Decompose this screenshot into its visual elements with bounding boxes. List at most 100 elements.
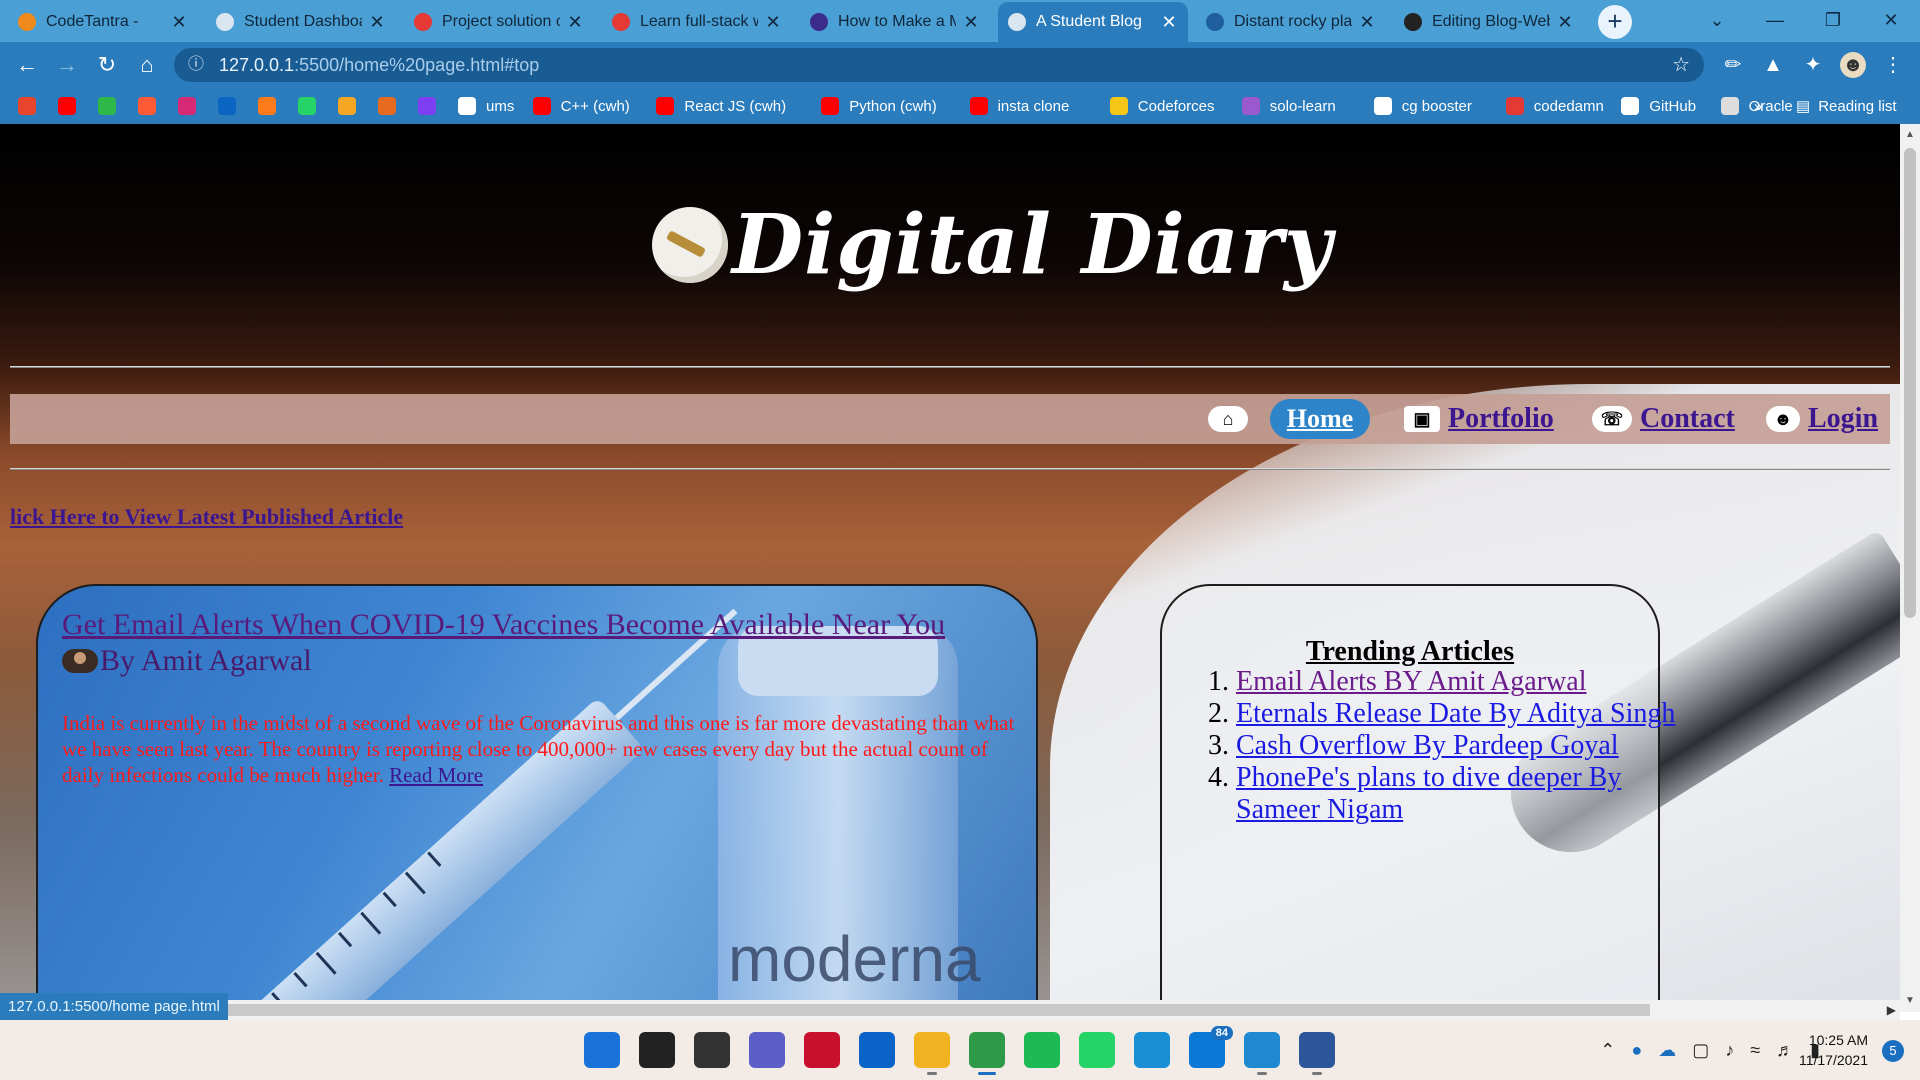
browser-tab[interactable]: Student Dashboar ✕ (206, 2, 396, 42)
extensions-puzzle-icon[interactable]: ✦ (1800, 52, 1826, 78)
bookmark-item[interactable] (98, 88, 116, 124)
clipboard-icon[interactable]: ▢ (1692, 1040, 1709, 1061)
read-more-link[interactable]: Read More (389, 763, 483, 787)
nav-login[interactable]: ☻ Login (1766, 394, 1878, 444)
browser-tab[interactable]: How to Make a M ✕ (800, 2, 990, 42)
browser-tab[interactable]: Editing Blog-Web ✕ (1394, 2, 1584, 42)
mail-icon[interactable] (859, 1032, 895, 1068)
word-icon[interactable] (1299, 1032, 1335, 1068)
notification-badge[interactable]: 5 (1882, 1040, 1904, 1062)
forward-icon[interactable]: → (52, 50, 82, 80)
reading-list-button[interactable]: ▤ Reading list (1796, 88, 1897, 124)
vertical-scrollbar[interactable]: ▲ ▼ (1900, 124, 1920, 1012)
new-tab-button[interactable]: + (1598, 5, 1632, 39)
mcafee-icon[interactable] (804, 1032, 840, 1068)
trending-article-link[interactable]: PhonePe's plans to dive deeper By Sameer… (1236, 762, 1621, 825)
browser-tab[interactable]: A Student Blog ✕ (998, 2, 1188, 42)
trending-article-link[interactable]: Email Alerts BY Amit Agarwal (1236, 666, 1586, 697)
nav-home-link[interactable]: Home (1270, 399, 1370, 439)
close-tab-icon[interactable]: ✕ (170, 12, 188, 33)
search-icon[interactable] (639, 1032, 675, 1068)
pen-extension-icon[interactable]: ✏ (1720, 52, 1746, 78)
chrome-icon[interactable] (969, 1032, 1005, 1068)
close-tab-icon[interactable]: ✕ (566, 12, 584, 33)
article-title-link[interactable]: Get Email Alerts When COVID-19 Vaccines … (62, 608, 945, 642)
wifi-icon[interactable]: ≈ (1750, 1040, 1760, 1061)
site-logo[interactable]: Digital Diary (652, 190, 1333, 300)
nav-login-link[interactable]: Login (1808, 403, 1878, 435)
microphone-icon[interactable]: ♪ (1725, 1040, 1734, 1061)
taskbar-clock[interactable]: 10:25 AM 11/17/2021 (1799, 1030, 1868, 1070)
bookmark-item[interactable] (418, 88, 436, 124)
whatsapp-icon[interactable] (1079, 1032, 1115, 1068)
close-window-button[interactable]: ✕ (1862, 0, 1920, 40)
scroll-up-icon[interactable]: ▲ (1900, 126, 1920, 144)
reload-icon[interactable]: ↻ (92, 50, 122, 80)
bookmark-item[interactable] (218, 88, 236, 124)
nav-portfolio[interactable]: ▣ Portfolio (1404, 394, 1554, 444)
bookmark-item[interactable] (298, 88, 316, 124)
browser-menu-icon[interactable]: ⋮ (1880, 52, 1906, 78)
restore-button[interactable]: ❐ (1804, 0, 1862, 40)
horizontal-scrollbar[interactable]: ▶ (0, 1000, 1900, 1020)
bookmark-item[interactable] (338, 88, 356, 124)
triangle-extension-icon[interactable]: ▲ (1760, 52, 1786, 78)
back-icon[interactable]: ← (12, 50, 42, 80)
close-tab-icon[interactable]: ✕ (368, 12, 386, 33)
bookmark-item[interactable]: insta clone (969, 88, 1069, 124)
close-tab-icon[interactable]: ✕ (1160, 12, 1178, 33)
nav-contact-link[interactable]: Contact (1640, 403, 1735, 435)
bookmark-item[interactable]: solo-learn (1241, 88, 1336, 124)
browser-tab[interactable]: CodeTantra - ✕ (8, 2, 198, 42)
bookmark-item[interactable]: GitHub (1621, 88, 1696, 124)
scroll-down-icon[interactable]: ▼ (1900, 992, 1920, 1010)
bookmark-item[interactable]: React JS (cwh) (656, 88, 786, 124)
task-view-icon[interactable] (694, 1032, 730, 1068)
bookmark-item[interactable]: Python (cwh) (821, 88, 937, 124)
browser-tab[interactable]: Learn full-stack w ✕ (602, 2, 792, 42)
address-bar[interactable]: ⓘ 127.0.0.1:5500/home%20page.html#top ☆ (174, 48, 1704, 82)
bookmark-item[interactable] (58, 88, 76, 124)
bookmark-item[interactable] (178, 88, 196, 124)
nav-contact[interactable]: ☏ Contact (1592, 394, 1735, 444)
microsoft-store-icon[interactable]: 84 (1189, 1026, 1233, 1068)
file-explorer-icon[interactable] (914, 1032, 950, 1068)
language-icon[interactable]: ● (1631, 1040, 1642, 1061)
horizontal-scroll-thumb[interactable] (220, 1004, 1650, 1016)
nav-portfolio-link[interactable]: Portfolio (1448, 403, 1554, 435)
onedrive-icon[interactable]: ☁ (1658, 1040, 1676, 1061)
edge-icon[interactable] (1134, 1032, 1170, 1068)
bookmark-item[interactable] (18, 88, 36, 124)
close-tab-icon[interactable]: ✕ (1358, 12, 1376, 33)
bookmark-item[interactable]: ums (458, 88, 514, 124)
bookmark-item[interactable]: cg booster (1373, 88, 1472, 124)
site-info-icon[interactable]: ⓘ (188, 48, 204, 82)
browser-tab[interactable]: Project solution c ✕ (404, 2, 594, 42)
vscode-icon[interactable] (1244, 1032, 1280, 1068)
close-tab-icon[interactable]: ✕ (962, 12, 980, 33)
bookmark-item[interactable] (378, 88, 396, 124)
bookmark-item[interactable]: Codeforces (1109, 88, 1215, 124)
show-hidden-icons-icon[interactable]: ⌃ (1600, 1040, 1615, 1061)
teams-chat-icon[interactable] (749, 1032, 785, 1068)
bookmark-item[interactable] (138, 88, 156, 124)
bookmarks-overflow-button[interactable]: » (1754, 88, 1762, 124)
close-tab-icon[interactable]: ✕ (1556, 12, 1574, 33)
bookmark-item[interactable] (258, 88, 276, 124)
home-browser-icon[interactable]: ⌂ (132, 50, 162, 80)
tab-search-icon[interactable]: ⌄ (1688, 0, 1746, 40)
volume-icon[interactable]: ♬ (1776, 1040, 1794, 1061)
trending-article-link[interactable]: Eternals Release Date By Aditya Singh (1236, 698, 1675, 729)
profile-avatar[interactable]: ☻ (1840, 52, 1866, 78)
bookmark-item[interactable]: C++ (cwh) (532, 88, 630, 124)
spotify-icon[interactable] (1024, 1032, 1060, 1068)
trending-article-link[interactable]: Cash Overflow By Pardeep Goyal (1236, 730, 1619, 761)
bookmark-item[interactable]: codedamn (1505, 88, 1604, 124)
vertical-scroll-thumb[interactable] (1904, 148, 1916, 618)
latest-article-link[interactable]: lick Here to View Latest Published Artic… (10, 504, 403, 530)
windows-start-icon[interactable] (584, 1032, 620, 1068)
scroll-right-icon[interactable]: ▶ (1887, 1000, 1896, 1020)
close-tab-icon[interactable]: ✕ (764, 12, 782, 33)
bookmark-star-icon[interactable]: ☆ (1672, 48, 1690, 82)
browser-tab[interactable]: Distant rocky plar ✕ (1196, 2, 1386, 42)
